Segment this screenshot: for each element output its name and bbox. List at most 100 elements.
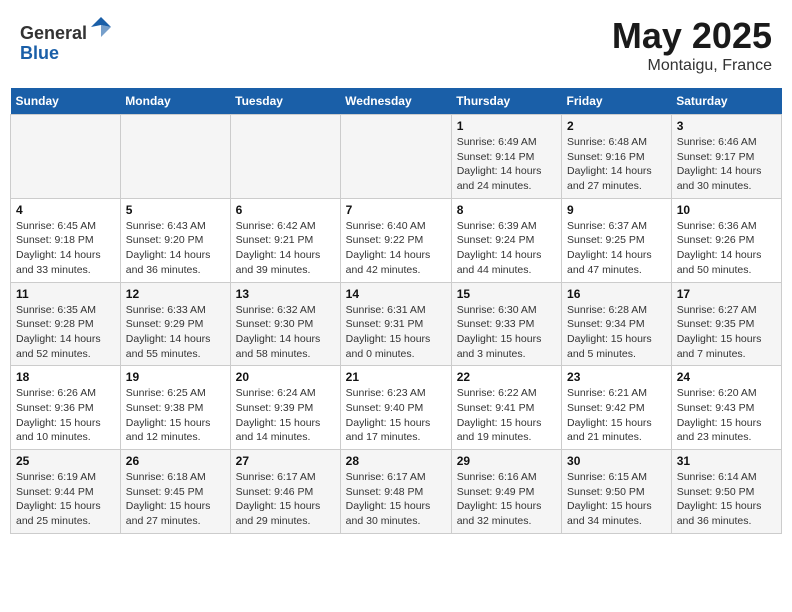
day-info: Sunrise: 6:48 AM Sunset: 9:16 PM Dayligh… — [567, 135, 666, 194]
day-number: 7 — [346, 203, 446, 217]
day-cell-29: 29Sunrise: 6:16 AM Sunset: 9:49 PM Dayli… — [451, 450, 561, 534]
day-number: 4 — [16, 203, 115, 217]
day-info: Sunrise: 6:40 AM Sunset: 9:22 PM Dayligh… — [346, 219, 446, 278]
empty-cell — [120, 115, 230, 199]
header-cell-saturday: Saturday — [671, 88, 781, 115]
header-row: SundayMondayTuesdayWednesdayThursdayFrid… — [11, 88, 782, 115]
day-cell-24: 24 Sunrise: 6:20 AM Sunset: 9:43 PM Dayli… — [671, 366, 781, 450]
day-number: 23 — [567, 370, 666, 384]
day-number: 3 — [677, 119, 776, 133]
day-number: 28 — [346, 454, 446, 468]
header-cell-thursday: Thursday — [451, 88, 561, 115]
week-row-4: 18Sunrise: 6:26 AM Sunset: 9:36 PM Dayli… — [11, 366, 782, 450]
day-info: Sunrise: 6:35 AM Sunset: 9:28 PM Dayligh… — [16, 303, 115, 362]
header-cell-tuesday: Tuesday — [230, 88, 340, 115]
day-info: Sunrise: 6:21 AM Sunset: 9:42 PM Dayligh… — [567, 386, 666, 445]
day-number: 19 — [126, 370, 225, 384]
day-cell-12: 12 Sunrise: 6:33 AM Sunset: 9:29 PM Dayli… — [120, 282, 230, 366]
day-number: 24 — [677, 370, 776, 384]
week-row-1: 1 Sunrise: 6:49 AM Sunset: 9:14 PM Daylig… — [11, 115, 782, 199]
day-cell-15: 15 Sunrise: 6:30 AM Sunset: 9:33 PM Dayli… — [451, 282, 561, 366]
day-info: Sunrise: 6:32 AM Sunset: 9:30 PM Dayligh… — [236, 303, 335, 362]
day-cell-30: 30 Sunrise: 6:15 AM Sunset: 9:50 PM Dayli… — [562, 450, 672, 534]
day-number: 14 — [346, 287, 446, 301]
day-number: 12 — [126, 287, 225, 301]
day-info: Sunrise: 6:24 AM Sunset: 9:39 PM Dayligh… — [236, 386, 335, 445]
day-cell-23: 23 Sunrise: 6:21 AM Sunset: 9:42 PM Dayli… — [562, 366, 672, 450]
day-number: 20 — [236, 370, 335, 384]
day-number: 8 — [457, 203, 556, 217]
day-number: 13 — [236, 287, 335, 301]
day-info: Sunrise: 6:18 AM Sunset: 9:45 PM Dayligh… — [126, 470, 225, 529]
day-cell-2: 2 Sunrise: 6:48 AM Sunset: 9:16 PM Daylig… — [562, 115, 672, 199]
day-cell-7: 7 Sunrise: 6:40 AM Sunset: 9:22 PM Daylig… — [340, 198, 451, 282]
day-info: Sunrise: 6:30 AM Sunset: 9:33 PM Dayligh… — [457, 303, 556, 362]
day-number: 1 — [457, 119, 556, 133]
header-cell-monday: Monday — [120, 88, 230, 115]
day-number: 6 — [236, 203, 335, 217]
day-number: 25 — [16, 454, 115, 468]
day-number: 22 — [457, 370, 556, 384]
day-info: Sunrise: 6:42 AM Sunset: 9:21 PM Dayligh… — [236, 219, 335, 278]
day-number: 11 — [16, 287, 115, 301]
logo-general: General — [20, 23, 87, 43]
day-number: 31 — [677, 454, 776, 468]
day-number: 5 — [126, 203, 225, 217]
day-cell-20: 20 Sunrise: 6:24 AM Sunset: 9:39 PM Dayli… — [230, 366, 340, 450]
day-number: 21 — [346, 370, 446, 384]
day-number: 16 — [567, 287, 666, 301]
day-info: Sunrise: 6:49 AM Sunset: 9:14 PM Dayligh… — [457, 135, 556, 194]
title-block: May 2025 Montaigu, France — [612, 15, 772, 75]
day-info: Sunrise: 6:37 AM Sunset: 9:25 PM Dayligh… — [567, 219, 666, 278]
day-cell-28: 28 Sunrise: 6:17 AM Sunset: 9:48 PM Dayli… — [340, 450, 451, 534]
day-cell-14: 14 Sunrise: 6:31 AM Sunset: 9:31 PM Dayli… — [340, 282, 451, 366]
calendar-header: SundayMondayTuesdayWednesdayThursdayFrid… — [11, 88, 782, 115]
day-info: Sunrise: 6:20 AM Sunset: 9:43 PM Dayligh… — [677, 386, 776, 445]
day-cell-1: 1 Sunrise: 6:49 AM Sunset: 9:14 PM Daylig… — [451, 115, 561, 199]
day-cell-31: 31 Sunrise: 6:14 AM Sunset: 9:50 PM Dayli… — [671, 450, 781, 534]
logo-blue: Blue — [20, 43, 59, 63]
empty-cell — [11, 115, 121, 199]
day-info: Sunrise: 6:14 AM Sunset: 9:50 PM Dayligh… — [677, 470, 776, 529]
day-cell-10: 10 Sunrise: 6:36 AM Sunset: 9:26 PM Dayli… — [671, 198, 781, 282]
day-cell-17: 17 Sunrise: 6:27 AM Sunset: 9:35 PM Dayli… — [671, 282, 781, 366]
logo: General Blue — [20, 15, 113, 64]
day-cell-6: 6 Sunrise: 6:42 AM Sunset: 9:21 PM Daylig… — [230, 198, 340, 282]
day-cell-3: 3 Sunrise: 6:46 AM Sunset: 9:17 PM Daylig… — [671, 115, 781, 199]
week-row-2: 4 Sunrise: 6:45 AM Sunset: 9:18 PM Daylig… — [11, 198, 782, 282]
day-info: Sunrise: 6:28 AM Sunset: 9:34 PM Dayligh… — [567, 303, 666, 362]
day-cell-25: 25 Sunrise: 6:19 AM Sunset: 9:44 PM Dayli… — [11, 450, 121, 534]
header-cell-friday: Friday — [562, 88, 672, 115]
day-number: 2 — [567, 119, 666, 133]
day-info: Sunrise: 6:15 AM Sunset: 9:50 PM Dayligh… — [567, 470, 666, 529]
empty-cell — [230, 115, 340, 199]
day-number: 17 — [677, 287, 776, 301]
day-cell-21: 21Sunrise: 6:23 AM Sunset: 9:40 PM Dayli… — [340, 366, 451, 450]
day-info: Sunrise: 6:17 AM Sunset: 9:48 PM Dayligh… — [346, 470, 446, 529]
day-number: 9 — [567, 203, 666, 217]
day-number: 30 — [567, 454, 666, 468]
day-number: 15 — [457, 287, 556, 301]
day-cell-4: 4 Sunrise: 6:45 AM Sunset: 9:18 PM Daylig… — [11, 198, 121, 282]
day-info: Sunrise: 6:45 AM Sunset: 9:18 PM Dayligh… — [16, 219, 115, 278]
calendar-location: Montaigu, France — [612, 57, 772, 75]
logo-icon — [89, 15, 113, 39]
day-info: Sunrise: 6:46 AM Sunset: 9:17 PM Dayligh… — [677, 135, 776, 194]
calendar-title: May 2025 — [612, 15, 772, 57]
day-info: Sunrise: 6:19 AM Sunset: 9:44 PM Dayligh… — [16, 470, 115, 529]
day-info: Sunrise: 6:33 AM Sunset: 9:29 PM Dayligh… — [126, 303, 225, 362]
empty-cell — [340, 115, 451, 199]
day-cell-22: 22Sunrise: 6:22 AM Sunset: 9:41 PM Dayli… — [451, 366, 561, 450]
day-number: 18 — [16, 370, 115, 384]
header-cell-wednesday: Wednesday — [340, 88, 451, 115]
day-number: 10 — [677, 203, 776, 217]
day-info: Sunrise: 6:31 AM Sunset: 9:31 PM Dayligh… — [346, 303, 446, 362]
page-header: General Blue May 2025 Montaigu, France — [10, 10, 782, 80]
day-cell-19: 19Sunrise: 6:25 AM Sunset: 9:38 PM Dayli… — [120, 366, 230, 450]
day-info: Sunrise: 6:27 AM Sunset: 9:35 PM Dayligh… — [677, 303, 776, 362]
day-number: 29 — [457, 454, 556, 468]
calendar-body: 1 Sunrise: 6:49 AM Sunset: 9:14 PM Daylig… — [11, 115, 782, 534]
day-info: Sunrise: 6:39 AM Sunset: 9:24 PM Dayligh… — [457, 219, 556, 278]
day-info: Sunrise: 6:36 AM Sunset: 9:26 PM Dayligh… — [677, 219, 776, 278]
day-info: Sunrise: 6:17 AM Sunset: 9:46 PM Dayligh… — [236, 470, 335, 529]
